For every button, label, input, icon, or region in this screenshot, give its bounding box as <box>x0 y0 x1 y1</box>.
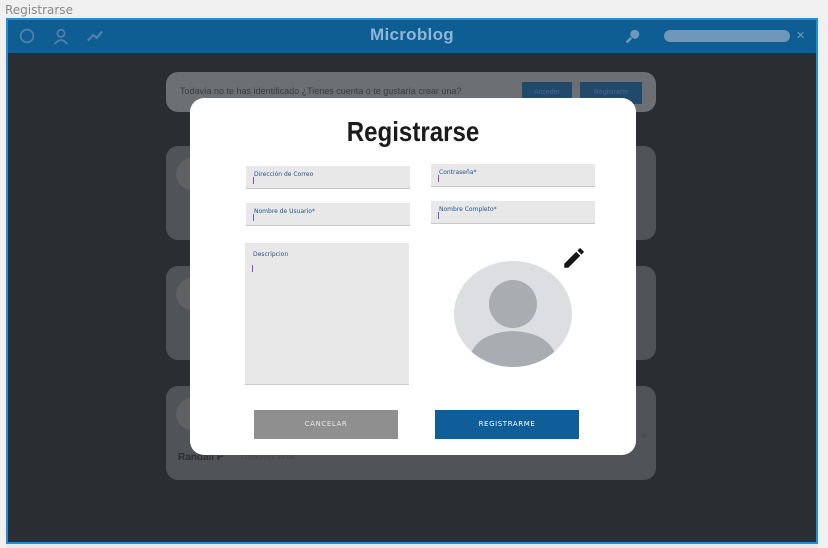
default-avatar-icon <box>468 280 558 367</box>
search-input[interactable] <box>664 30 790 42</box>
fullname-label: Nombre Completo* <box>439 206 497 213</box>
app-bar: Microblog ✕ <box>8 20 816 53</box>
profile-avatar[interactable] <box>454 261 572 367</box>
banner-text: Todavía no te has identificado ¿Tienes c… <box>180 86 462 96</box>
username-label: Nombre de Usuario* <box>254 208 315 215</box>
text-caret <box>253 177 254 184</box>
chevron-icon[interactable]: › <box>642 428 646 442</box>
text-caret <box>438 175 439 182</box>
close-icon[interactable]: ✕ <box>796 29 805 42</box>
search-icon[interactable] <box>624 27 642 45</box>
dialog-title: Registrarse <box>346 116 480 147</box>
email-field[interactable]: Dirección de Correo <box>246 166 410 189</box>
post-date: 17/05/2021 15:06 <box>240 454 295 461</box>
window-title: Registrarse <box>5 3 73 17</box>
description-field[interactable]: Descripcion <box>245 243 409 385</box>
text-caret <box>252 265 253 272</box>
fullname-field[interactable]: Nombre Completo* <box>431 201 595 224</box>
username-field[interactable]: Nombre de Usuario* <box>246 203 410 226</box>
text-caret <box>253 214 254 221</box>
description-label: Descripcion <box>253 251 289 258</box>
bottom-strip <box>6 544 818 548</box>
password-label: Contraseña* <box>439 169 477 176</box>
text-caret <box>438 212 439 219</box>
email-label: Dirección de Correo <box>254 171 314 178</box>
register-button[interactable]: REGISTRARME <box>435 410 579 439</box>
password-field[interactable]: Contraseña* <box>431 164 595 187</box>
cancel-button[interactable]: CANCELAR <box>254 410 398 439</box>
register-dialog: Registrarse Dirección de Correo Contrase… <box>190 98 636 455</box>
